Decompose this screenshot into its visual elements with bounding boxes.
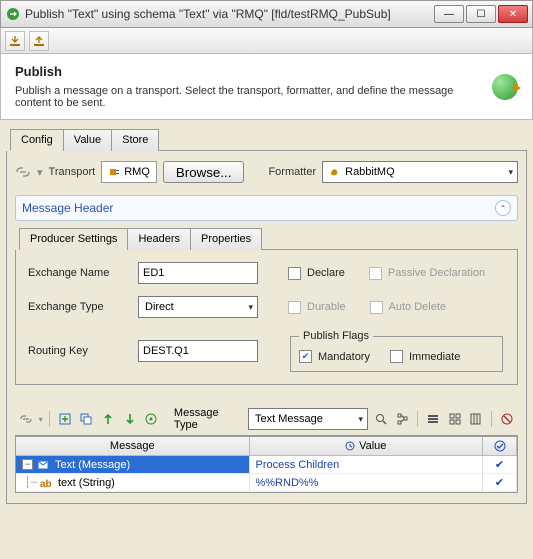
add-icon[interactable] <box>56 410 74 428</box>
plug-icon <box>108 166 120 178</box>
value-icon <box>345 441 355 451</box>
immediate-checkbox[interactable] <box>390 350 403 363</box>
import-button[interactable] <box>5 31 25 51</box>
tab-properties[interactable]: Properties <box>190 228 262 250</box>
message-node-icon <box>37 459 51 471</box>
producer-subtabs: Producer Settings Headers Properties <box>19 227 518 250</box>
publish-icon <box>492 74 518 100</box>
page-description: Publish a message on a transport. Select… <box>15 85 492 109</box>
publish-flags-legend: Publish Flags <box>299 330 373 342</box>
rabbit-icon <box>329 166 341 178</box>
down-arrow-icon[interactable] <box>121 410 139 428</box>
window-minimize-button[interactable]: — <box>434 5 464 23</box>
export-button[interactable] <box>29 31 49 51</box>
tab-config[interactable]: Config <box>10 129 64 151</box>
page-title: Publish <box>15 64 492 79</box>
routing-key-input[interactable] <box>138 340 258 362</box>
publish-flags-group: Publish Flags ✔Mandatory Immediate <box>290 330 503 372</box>
filter-icon[interactable] <box>498 410 516 428</box>
exchange-type-dropdown[interactable]: Direct <box>138 296 258 318</box>
tab-store[interactable]: Store <box>111 129 159 151</box>
list-view-icon[interactable] <box>424 410 442 428</box>
row-check[interactable]: ✔ <box>489 476 510 489</box>
chevron-up-icon: ⌃ <box>495 200 511 216</box>
passive-declaration-checkbox <box>369 267 382 280</box>
up-arrow-icon[interactable] <box>99 410 117 428</box>
transport-value-chip[interactable]: RMQ <box>101 161 157 183</box>
grid-view-icon[interactable] <box>446 410 464 428</box>
message-table: Message Value − Text (Message) Process C… <box>15 436 518 493</box>
message-toolbar: ▾ Message Type Text Message <box>15 403 518 436</box>
auto-delete-checkbox <box>370 301 383 314</box>
tab-headers[interactable]: Headers <box>127 228 191 250</box>
table-row[interactable]: − Text (Message) Process Children ✔ <box>16 456 517 474</box>
mandatory-checkbox[interactable]: ✔ <box>299 350 312 363</box>
table-row[interactable]: ┆┄ ab text (String) %%RND%% ✔ <box>16 474 517 492</box>
row-check[interactable]: ✔ <box>489 458 510 471</box>
window-close-button[interactable]: ✕ <box>498 5 528 23</box>
message-type-label: Message Type <box>174 407 244 431</box>
message-header-section[interactable]: Message Header ⌃ <box>15 195 518 221</box>
exchange-type-label: Exchange Type <box>28 301 138 313</box>
main-tabs: Config Value Store <box>10 128 527 151</box>
column-check[interactable] <box>483 437 517 455</box>
row-value[interactable]: %%RND%% <box>256 477 319 489</box>
target-icon[interactable] <box>142 410 160 428</box>
main-toolbar <box>0 28 533 54</box>
schema-icon[interactable] <box>394 410 412 428</box>
app-icon <box>5 6 21 22</box>
check-column-icon <box>494 440 506 452</box>
window-maximize-button[interactable]: ☐ <box>466 5 496 23</box>
formatter-label: Formatter <box>268 166 316 178</box>
declare-checkbox[interactable] <box>288 267 301 280</box>
durable-checkbox <box>288 301 301 314</box>
routing-key-label: Routing Key <box>28 345 138 357</box>
transport-label: Transport <box>49 166 96 178</box>
column-value[interactable]: Value <box>250 437 484 455</box>
copy-icon[interactable] <box>77 410 95 428</box>
svg-text:ab: ab <box>40 479 52 489</box>
window-title: Publish "Text" using schema "Text" via "… <box>25 7 434 21</box>
exchange-name-input[interactable] <box>138 262 258 284</box>
columns-icon[interactable] <box>468 410 486 428</box>
row-value[interactable]: Process Children <box>256 459 340 471</box>
window-titlebar: Publish "Text" using schema "Text" via "… <box>0 0 533 28</box>
formatter-dropdown[interactable]: RabbitMQ <box>322 161 518 183</box>
tab-producer-settings[interactable]: Producer Settings <box>19 228 128 250</box>
browse-button[interactable]: Browse... <box>163 161 245 183</box>
find-icon[interactable] <box>372 410 390 428</box>
column-message[interactable]: Message <box>16 437 250 455</box>
string-node-icon: ab <box>40 477 54 489</box>
link-icon[interactable] <box>17 410 35 428</box>
message-type-dropdown[interactable]: Text Message <box>248 408 368 430</box>
tree-expander[interactable]: − <box>22 459 33 470</box>
header-panel: Publish Publish a message on a transport… <box>0 54 533 120</box>
link-icon <box>15 166 31 178</box>
exchange-name-label: Exchange Name <box>28 267 138 279</box>
tab-value[interactable]: Value <box>63 129 112 151</box>
